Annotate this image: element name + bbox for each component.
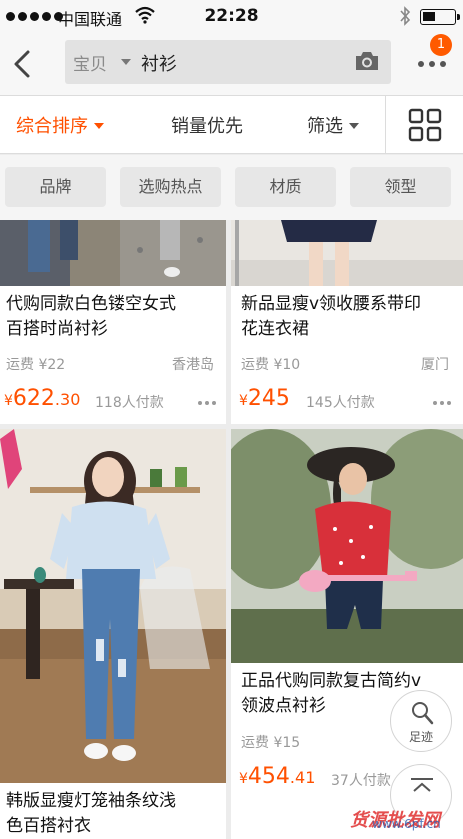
filter-chip-material[interactable]: 材质 xyxy=(235,167,336,207)
filter-tab[interactable]: 筛选 xyxy=(307,112,359,138)
sold-count: 145人付款 xyxy=(306,395,375,411)
product-grid: 代购同款白色镂空女式 百搭时尚衬衫 运费 ¥22 香港岛 ¥622.30 118… xyxy=(0,220,463,839)
product-title-line2: 色百搭衬衣 xyxy=(6,816,91,836)
product-title-line2: 花连衣裙 xyxy=(241,319,309,339)
seller-location: 厦门 xyxy=(421,357,449,373)
shipping-fee: 运费 ¥10 xyxy=(241,357,301,373)
price-integer: 454 xyxy=(247,764,290,789)
product-title-line1: 正品代购同款复古简约v xyxy=(241,671,422,691)
status-bar: 中国联通 22:28 xyxy=(0,0,463,34)
product-image xyxy=(0,429,226,783)
view-toggle-button[interactable] xyxy=(385,96,463,153)
bluetooth-icon xyxy=(400,6,411,26)
product-price: ¥622.30 xyxy=(4,386,80,411)
sold-count: 37人付款 xyxy=(331,773,391,789)
notification-badge: 1 xyxy=(430,34,452,56)
grid-view-icon xyxy=(408,108,442,142)
search-input[interactable]: 宝贝 衬衫 xyxy=(65,40,391,84)
product-image xyxy=(231,220,463,286)
filter-chip-collar[interactable]: 领型 xyxy=(350,167,451,207)
price-decimal: .41 xyxy=(289,768,316,787)
watermark-url: www.6pf.cn xyxy=(372,817,441,831)
card-more-icon[interactable] xyxy=(198,401,216,405)
caret-down-icon xyxy=(349,122,359,129)
sort-sales-tab[interactable]: 销量优先 xyxy=(171,112,243,138)
app-root: 中国联通 22:28 宝贝 衬衫 1 综合排序 销量优先 筛选 品牌 选购热点 … xyxy=(0,0,463,839)
product-price: ¥245 xyxy=(239,386,290,411)
seller-location: 香港岛 xyxy=(172,357,214,373)
sort-sales-label: 销量优先 xyxy=(171,116,243,137)
sort-comprehensive-label: 综合排序 xyxy=(16,116,88,137)
filter-chip-brand[interactable]: 品牌 xyxy=(5,167,106,207)
search-scope-selector[interactable]: 宝贝 xyxy=(73,50,107,75)
back-arrow-icon[interactable] xyxy=(8,46,38,82)
product-title-line1: 代购同款白色镂空女式 xyxy=(6,294,176,314)
search-header: 宝贝 衬衫 1 xyxy=(0,34,463,96)
card-more-icon[interactable] xyxy=(433,401,451,405)
product-card[interactable]: 代购同款白色镂空女式 百搭时尚衬衫 运费 ¥22 香港岛 ¥622.30 118… xyxy=(0,220,226,424)
product-title-line2: 领波点衬衫 xyxy=(241,696,326,716)
footprint-button[interactable]: 足迹 xyxy=(390,690,452,752)
price-currency: ¥ xyxy=(239,771,248,787)
search-query-text: 衬衫 xyxy=(141,54,177,75)
product-image xyxy=(0,220,226,286)
footprint-label: 足迹 xyxy=(408,730,433,744)
price-currency: ¥ xyxy=(4,393,13,409)
product-image xyxy=(231,429,463,663)
caret-down-icon xyxy=(94,122,104,129)
clock: 22:28 xyxy=(204,6,259,26)
product-card[interactable]: 韩版显瘦灯笼袖条纹浅 色百搭衬衣 xyxy=(0,429,226,839)
filter-chip-hot[interactable]: 选购热点 xyxy=(120,167,221,207)
sort-comprehensive-tab[interactable]: 综合排序 xyxy=(16,112,104,138)
price-decimal: .30 xyxy=(54,390,81,409)
product-title-line2: 百搭时尚衬衫 xyxy=(6,319,108,339)
back-to-top-icon xyxy=(411,778,433,792)
chevron-down-icon xyxy=(121,59,131,65)
battery-icon xyxy=(420,9,460,25)
product-price: ¥454.41 xyxy=(239,764,315,789)
price-integer: 245 xyxy=(247,386,290,411)
product-card[interactable]: 新品显瘦v领收腰系带印 花连衣裙 运费 ¥10 厦门 ¥245 145人付款 xyxy=(231,220,463,424)
footprint-icon xyxy=(412,702,434,725)
sort-bar: 综合排序 销量优先 筛选 xyxy=(0,96,463,154)
filter-label: 筛选 xyxy=(307,116,343,137)
product-title-line1: 新品显瘦v领收腰系带印 xyxy=(241,294,422,314)
product-title-line1: 韩版显瘦灯笼袖条纹浅 xyxy=(6,791,176,811)
shipping-fee: 运费 ¥22 xyxy=(6,357,66,373)
price-integer: 622 xyxy=(12,386,55,411)
price-currency: ¥ xyxy=(239,393,248,409)
more-dots-icon xyxy=(418,61,446,67)
sold-count: 118人付款 xyxy=(95,395,164,411)
filter-chips: 品牌 选购热点 材质 领型 xyxy=(0,155,463,220)
shipping-fee: 运费 ¥15 xyxy=(241,735,301,751)
camera-icon[interactable] xyxy=(354,50,380,72)
